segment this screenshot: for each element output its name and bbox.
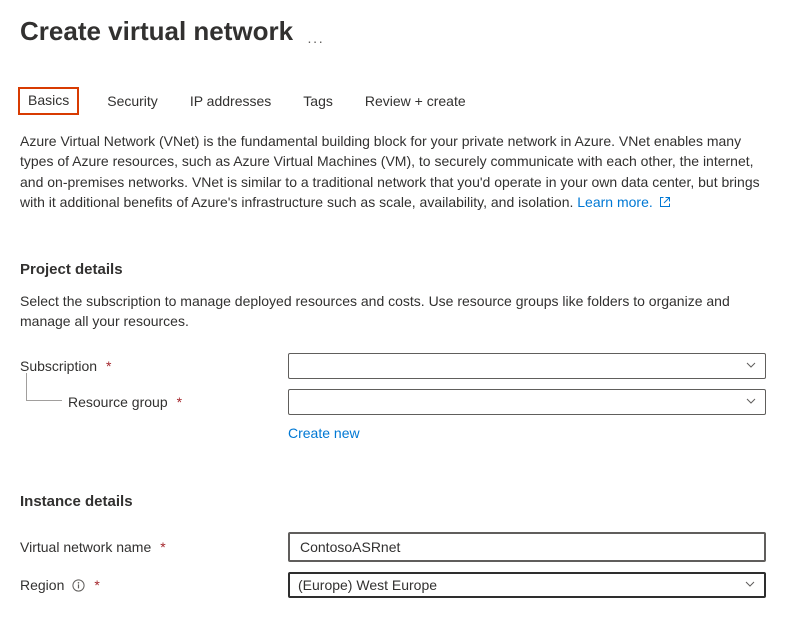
info-icon[interactable] [72, 579, 85, 592]
chevron-down-icon [744, 577, 756, 593]
required-star-icon: * [106, 358, 111, 374]
vnet-name-input[interactable]: ContosoASRnet [288, 532, 766, 562]
tab-ip-addresses[interactable]: IP addresses [188, 89, 273, 113]
vnet-name-label: Virtual network name * [20, 539, 288, 555]
indent-line [26, 373, 62, 401]
tab-security[interactable]: Security [105, 89, 160, 113]
required-star-icon: * [160, 539, 165, 555]
subscription-label: Subscription * [20, 358, 288, 374]
more-actions-icon[interactable]: ··· [307, 33, 324, 49]
region-label: Region * [20, 577, 288, 593]
instance-details-title: Instance details [20, 493, 766, 510]
resource-group-select[interactable] [288, 389, 766, 415]
subscription-select[interactable] [288, 353, 766, 379]
learn-more-label: Learn more. [577, 194, 652, 210]
chevron-down-icon [745, 358, 757, 374]
page-title: Create virtual network [20, 16, 293, 47]
tab-tags[interactable]: Tags [301, 89, 335, 113]
create-new-link[interactable]: Create new [288, 425, 768, 441]
region-select[interactable]: (Europe) West Europe [288, 572, 766, 598]
project-details-description: Select the subscription to manage deploy… [20, 292, 766, 331]
external-link-icon [659, 193, 671, 213]
chevron-down-icon [745, 394, 757, 410]
region-value: (Europe) West Europe [298, 577, 437, 593]
tab-basics[interactable]: Basics [20, 89, 77, 113]
vnet-name-value: ContosoASRnet [300, 539, 400, 555]
learn-more-link[interactable]: Learn more. [577, 194, 670, 210]
intro-text: Azure Virtual Network (VNet) is the fund… [20, 131, 766, 213]
required-star-icon: * [177, 394, 182, 410]
required-star-icon: * [94, 577, 99, 593]
project-details-title: Project details [20, 261, 766, 278]
tab-review-create[interactable]: Review + create [363, 89, 468, 113]
tab-bar: Basics Security IP addresses Tags Review… [20, 89, 766, 113]
